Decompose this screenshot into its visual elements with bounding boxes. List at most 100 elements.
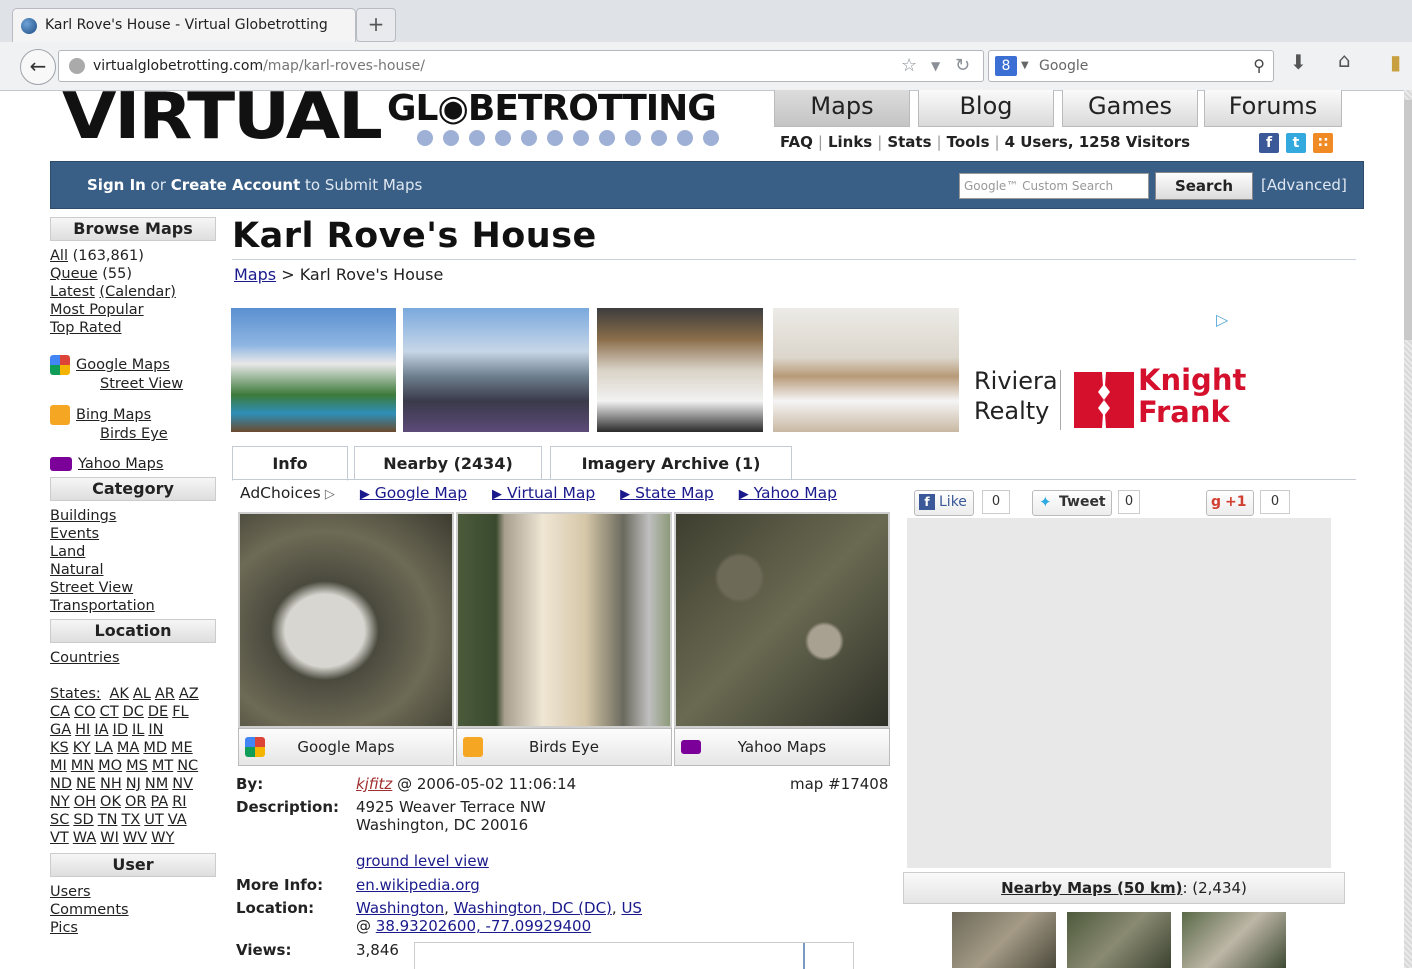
ad-state-map-link[interactable]: State Map [635,484,714,502]
download-icon[interactable]: ⬇ [1290,50,1307,74]
state-link[interactable]: FL [172,704,188,720]
category-land[interactable]: Land [50,544,85,560]
tools-link[interactable]: Tools [947,133,990,151]
engine-dropdown-icon[interactable]: ▼ [1021,51,1029,81]
stats-link[interactable]: Stats [887,133,931,151]
state-link[interactable]: VA [168,812,187,828]
most-popular-link[interactable]: Most Popular [50,302,144,318]
advanced-search-link[interactable]: [Advanced] [1261,162,1347,208]
state-link[interactable]: OR [125,794,147,810]
links-link[interactable]: Links [828,133,872,151]
latest-link[interactable]: Latest [50,284,95,300]
tab-info[interactable]: Info [232,446,348,481]
street-view-link[interactable]: Street View [100,376,183,392]
state-link[interactable]: UT [144,812,163,828]
pics-link[interactable]: Pics [50,920,78,936]
state-link[interactable]: TN [98,812,118,828]
state-link[interactable]: TX [121,812,140,828]
scrollbar-thumb[interactable] [1404,100,1412,340]
wikipedia-link[interactable]: en.wikipedia.org [356,876,480,894]
ad-google-map-link[interactable]: Google Map [375,484,467,502]
state-link[interactable]: DE [148,704,168,720]
house-photo-terrace[interactable] [403,308,589,432]
state-link[interactable]: IL [132,722,144,738]
address-bar[interactable]: virtualglobetrotting.com/map/karl-roves-… [58,50,984,82]
state-link[interactable]: IN [148,722,163,738]
state-link[interactable]: OK [100,794,121,810]
sign-in-link[interactable]: Sign In [87,176,146,194]
state-link[interactable]: CT [100,704,119,720]
nearby-thumbnail[interactable] [1182,912,1286,968]
state-link[interactable]: WA [73,830,96,846]
house-photo-pool[interactable] [231,308,396,432]
back-arrow-icon[interactable]: ← [20,49,56,85]
state-link[interactable]: IA [94,722,108,738]
bing-maps-link[interactable]: Bing Maps [76,407,151,423]
ad-virtual-map-link[interactable]: Virtual Map [507,484,595,502]
google-maps-link[interactable]: Google Maps [76,357,170,373]
facebook-icon[interactable]: f [1259,133,1279,153]
state-link[interactable]: PA [150,794,168,810]
house-photo-bedroom[interactable] [773,308,959,432]
top-rated-link[interactable]: Top Rated [50,320,122,336]
state-link[interactable]: KS [50,740,69,756]
birds-eye-link[interactable]: Birds Eye [100,426,168,442]
nearby-thumbnail[interactable] [952,912,1056,968]
state-link[interactable]: SD [73,812,93,828]
breadcrumb-maps-link[interactable]: Maps [234,265,276,284]
google-search-engine-icon[interactable]: 8 [995,56,1017,76]
state-link[interactable]: ID [113,722,128,738]
ad-yahoo-map-link[interactable]: Yahoo Map [754,484,837,502]
state-link[interactable]: MS [126,758,148,774]
state-link[interactable]: ND [50,776,72,792]
state-link[interactable]: WY [151,830,174,846]
coordinates-link[interactable]: 38.93202600, -77.09929400 [376,917,591,935]
author-link[interactable]: kjfitz [356,775,392,793]
google-maps-button[interactable]: Google Maps [238,728,454,766]
nearby-maps-link[interactable]: Nearby Maps (50 km) [1001,879,1182,897]
location-city-link[interactable]: Washington [356,899,444,917]
state-link[interactable]: AL [133,686,151,702]
state-link[interactable]: WI [100,830,119,846]
tab-imagery-archive[interactable]: Imagery Archive (1) [550,446,792,479]
nearby-thumbnail[interactable] [1067,912,1171,968]
google-plus-button[interactable]: g +1 [1206,490,1254,516]
custom-search-input[interactable]: Google™ Custom Search [959,173,1149,199]
state-link[interactable]: LA [95,740,113,756]
knight-frank-ad[interactable]: ▷ Riviera Realty Knight Frank [962,308,1246,432]
tweet-button[interactable]: ✦ Tweet [1032,490,1112,516]
state-link[interactable]: NC [177,758,198,774]
users-link[interactable]: Users [50,884,91,900]
state-link[interactable]: CO [74,704,96,720]
calendar-link[interactable]: (Calendar) [99,284,176,300]
reload-icon[interactable]: ↻ [955,51,970,81]
state-link[interactable]: NM [145,776,168,792]
nav-blog[interactable]: Blog [918,90,1054,127]
dropdown-arrow-icon[interactable]: ▼ [931,51,940,81]
state-link[interactable]: NE [76,776,96,792]
location-state-link[interactable]: Washington, DC (DC) [454,899,612,917]
state-link[interactable]: GA [50,722,71,738]
state-link[interactable]: RI [172,794,186,810]
state-link[interactable]: MD [143,740,167,756]
state-link[interactable]: AZ [179,686,199,702]
twitter-icon[interactable]: t [1286,133,1306,153]
nav-games[interactable]: Games [1062,90,1198,127]
house-photo-living-room[interactable] [597,308,763,432]
adchoices-label[interactable]: AdChoices [240,484,321,502]
state-link[interactable]: AK [109,686,128,702]
category-natural[interactable]: Natural [50,562,103,578]
adchoices-icon[interactable]: ▷ [1216,310,1228,329]
comments-link[interactable]: Comments [50,902,129,918]
yahoo-satellite-view[interactable] [674,512,890,728]
home-icon[interactable]: ⌂ [1338,48,1351,72]
state-link[interactable]: DC [123,704,144,720]
new-tab-button[interactable]: + [356,8,396,42]
facebook-like-button[interactable]: f Like [914,490,974,516]
faq-link[interactable]: FAQ [780,133,813,151]
state-link[interactable]: NV [172,776,193,792]
location-country-link[interactable]: US [621,899,642,917]
yahoo-maps-link[interactable]: Yahoo Maps [78,456,163,472]
countries-link[interactable]: Countries [50,650,120,666]
state-link[interactable]: CA [50,704,70,720]
